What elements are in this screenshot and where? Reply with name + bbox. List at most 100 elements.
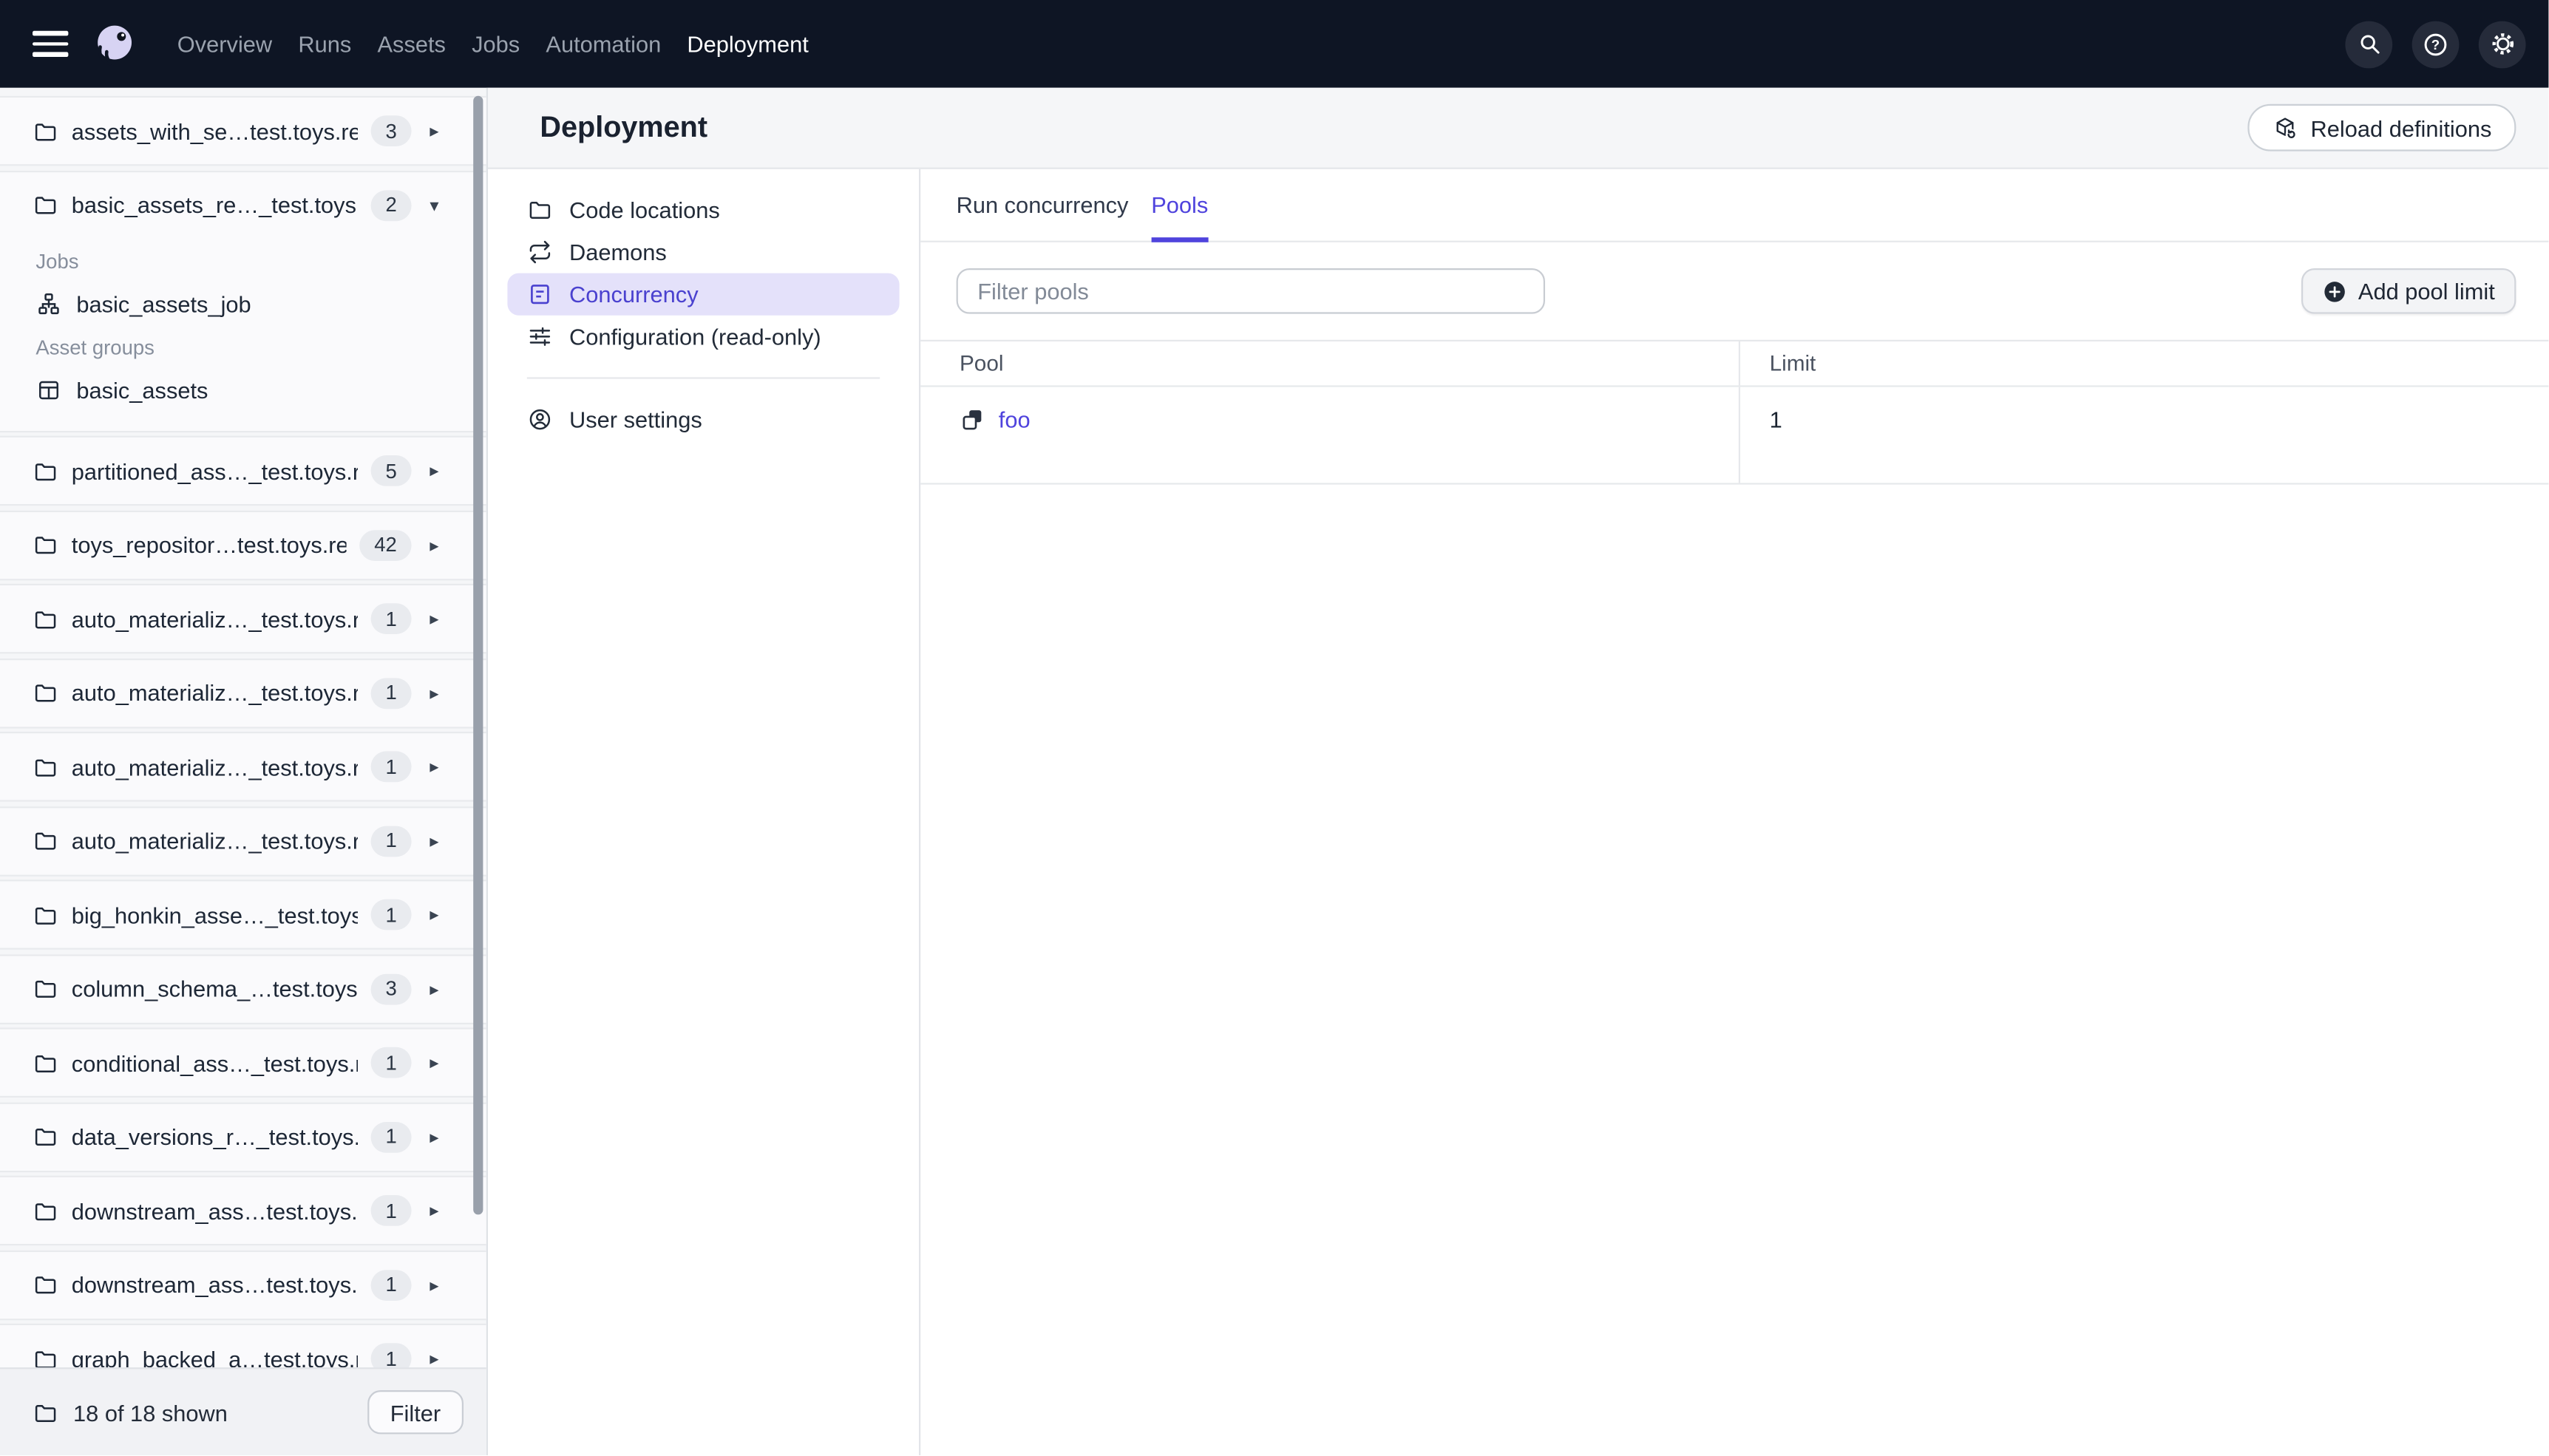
- repo-row[interactable]: auto_materializ…_test.toys.repo 1 ▸: [0, 733, 486, 800]
- repo-row[interactable]: assets_with_se…test.toys.repo 3 ▸: [0, 98, 486, 164]
- repo-count-badge: 3: [370, 115, 412, 146]
- chevron-right-icon[interactable]: ▸: [424, 904, 444, 925]
- tab-run-concurrency[interactable]: Run concurrency: [957, 169, 1129, 241]
- repo-row[interactable]: conditional_ass…_test.toys.repo 1 ▸: [0, 1030, 486, 1096]
- filter-pools-input[interactable]: [956, 268, 1545, 314]
- repo-count-badge: 1: [370, 1269, 412, 1300]
- pool-link[interactable]: foo: [960, 406, 1031, 432]
- repo-card: data_versions_r…_test.toys.rep 1 ▸: [0, 1101, 486, 1172]
- repo-row[interactable]: toys_repositor…test.toys.repo 42 ▸: [0, 511, 486, 578]
- folder-icon: [35, 197, 56, 214]
- chevron-right-icon[interactable]: ▸: [424, 534, 444, 555]
- svg-text:?: ?: [2431, 36, 2440, 52]
- repo-row[interactable]: auto_materializ…_test.toys.repo 1 ▸: [0, 807, 486, 874]
- folder-icon: [35, 1202, 56, 1220]
- nav-code-locations[interactable]: Code locations: [507, 188, 899, 231]
- chevron-right-icon[interactable]: ▸: [424, 1052, 444, 1073]
- settings-button[interactable]: [2478, 20, 2526, 68]
- repo-row[interactable]: basic_assets_re…_test.toys.rep 2 ▾: [0, 171, 486, 238]
- nav-configuration[interactable]: Configuration (read-only): [507, 316, 899, 358]
- nav-assets[interactable]: Assets: [378, 31, 446, 57]
- add-pool-limit-button[interactable]: Add pool limit: [2301, 268, 2516, 314]
- search-button[interactable]: [2345, 20, 2393, 68]
- asset-groups-section-title: Asset groups: [35, 336, 155, 359]
- sliders-icon: [529, 327, 551, 346]
- chevron-right-icon[interactable]: ▸: [424, 682, 444, 703]
- repo-row[interactable]: data_versions_r…_test.toys.rep 1 ▸: [0, 1103, 486, 1170]
- chevron-right-icon[interactable]: ▸: [424, 830, 444, 851]
- page-title: Deployment: [540, 110, 708, 143]
- chevron-right-icon[interactable]: ▸: [424, 1126, 444, 1147]
- filter-repos-button[interactable]: Filter: [367, 1390, 464, 1435]
- chevron-right-icon[interactable]: ▸: [424, 1200, 444, 1221]
- folder-icon: [35, 610, 56, 628]
- repo-row[interactable]: partitioned_ass…_test.toys.rep 5 ▸: [0, 438, 486, 504]
- column-header-limit: Limit: [1738, 341, 2549, 386]
- repo-card: downstream_ass…test.toys.rep 1 ▸: [0, 1175, 486, 1246]
- nav-automation[interactable]: Automation: [546, 31, 661, 57]
- repo-row[interactable]: downstream_ass…test.toys.rep 1 ▸: [0, 1177, 486, 1244]
- nav-user-settings[interactable]: User settings: [507, 398, 899, 440]
- chevron-right-icon[interactable]: ▸: [424, 608, 444, 629]
- repo-label: downstream_ass…test.toys.rep: [71, 1197, 358, 1224]
- folder-icon: [35, 537, 56, 554]
- nav-deployment[interactable]: Deployment: [687, 31, 808, 57]
- folder-icon: [35, 832, 56, 850]
- repo-card: conditional_ass…_test.toys.repo 1 ▸: [0, 1027, 486, 1098]
- nav-jobs[interactable]: Jobs: [472, 31, 520, 57]
- gear-icon: [2491, 33, 2514, 55]
- help-button[interactable]: ?: [2411, 20, 2460, 68]
- nav-daemons[interactable]: Daemons: [507, 231, 899, 273]
- repo-card: partitioned_ass…_test.toys.rep 5 ▸: [0, 435, 486, 506]
- concurrency-icon: [531, 285, 549, 305]
- chevron-right-icon[interactable]: ▸: [424, 460, 444, 481]
- help-icon: ?: [2424, 33, 2447, 55]
- chevron-right-icon[interactable]: ▸: [424, 120, 444, 141]
- nav-runs[interactable]: Runs: [298, 31, 351, 57]
- chevron-right-icon[interactable]: ▸: [424, 1274, 444, 1295]
- repo-row[interactable]: downstream_ass…test.toys.rep 1 ▸: [0, 1251, 486, 1318]
- hamburger-menu-icon[interactable]: [33, 30, 69, 57]
- page-header: Deployment Reload definitions: [488, 87, 2549, 169]
- folder-icon: [35, 123, 56, 140]
- chevron-right-icon[interactable]: ▸: [424, 756, 444, 777]
- tab-pools[interactable]: Pools: [1151, 169, 1209, 242]
- repo-label: assets_with_se…test.toys.repo: [71, 118, 359, 144]
- search-icon: [2360, 35, 2379, 54]
- repo-label: basic_assets_re…_test.toys.rep: [71, 191, 358, 218]
- sidebar-scrollbar[interactable]: [473, 95, 483, 1215]
- folder-icon: [35, 1129, 56, 1146]
- dagster-app: Overview Runs Assets Jobs Automation Dep…: [0, 0, 2549, 1455]
- asset-group-item[interactable]: basic_assets: [35, 370, 453, 411]
- repo-row[interactable]: auto_materializ…_test.toys.repo 1 ▸: [0, 659, 486, 726]
- repo-count-badge: 1: [370, 1195, 412, 1226]
- repo-count-summary: 18 of 18 shown: [73, 1399, 228, 1426]
- repo-count-badge: 1: [370, 825, 412, 857]
- chevron-right-icon[interactable]: ▸: [424, 978, 444, 999]
- repo-label: data_versions_r…_test.toys.rep: [71, 1123, 358, 1150]
- repo-label: column_schema_…test.toys.rep: [71, 976, 358, 1002]
- chevron-right-icon[interactable]: ▸: [424, 1348, 444, 1369]
- repo-count-badge: 1: [370, 677, 412, 709]
- repo-row[interactable]: column_schema_…test.toys.rep 3 ▸: [0, 956, 486, 1022]
- repo-row[interactable]: big_honkin_asse…_test.toys.rep 1 ▸: [0, 881, 486, 948]
- dagster-logo[interactable]: [91, 21, 138, 68]
- repo-label: auto_materializ…_test.toys.repo: [71, 827, 358, 854]
- reload-definitions-button[interactable]: Reload definitions: [2247, 103, 2516, 152]
- repo-label: auto_materializ…_test.toys.repo: [71, 753, 358, 780]
- repo-card: auto_materializ…_test.toys.repo 1 ▸: [0, 732, 486, 802]
- repo-count-badge: 5: [370, 455, 412, 486]
- nav-concurrency[interactable]: Concurrency: [507, 273, 900, 316]
- repo-card: assets_with_se…test.toys.repo 3 ▸: [0, 95, 486, 166]
- repo-row[interactable]: auto_materializ…_test.toys.repo 1 ▸: [0, 585, 486, 652]
- repo-sidebar: assets_with_se…test.toys.repo 3 ▸ basic_…: [0, 87, 488, 1455]
- job-item[interactable]: basic_assets_job: [35, 284, 453, 324]
- pools-table-header: Pool Limit: [920, 341, 2549, 387]
- nav-label: Configuration (read-only): [569, 323, 821, 350]
- nav-overview[interactable]: Overview: [177, 31, 272, 57]
- chevron-down-icon[interactable]: ▾: [424, 194, 444, 215]
- repo-card: toys_repositor…test.toys.repo 42 ▸: [0, 509, 486, 580]
- pool-name: foo: [998, 406, 1031, 433]
- folder-icon: [35, 684, 56, 702]
- repo-count-badge: 3: [370, 973, 412, 1004]
